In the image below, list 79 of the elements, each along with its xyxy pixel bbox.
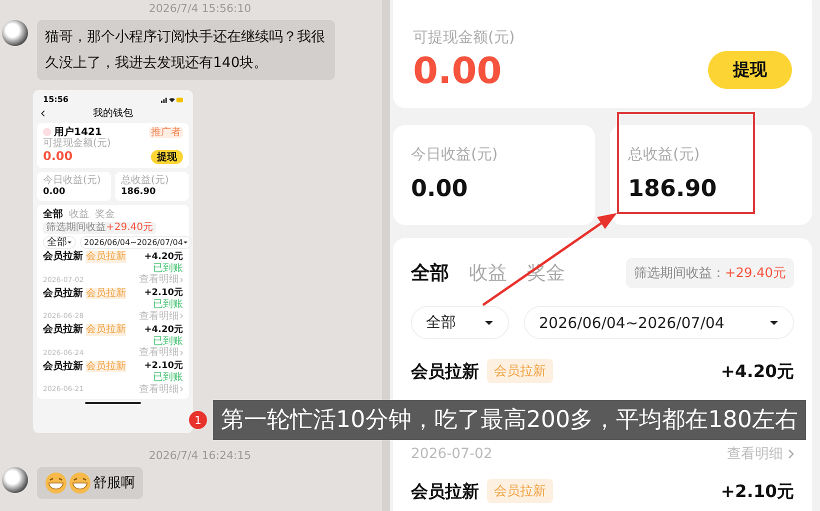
date-range-dropdown[interactable]: 2026/06/04~2026/07/04 <box>524 306 794 339</box>
period-income-badge: 筛选期间收益+29.40元 <box>43 222 156 234</box>
balance-amount: 0.00 <box>43 150 74 164</box>
record-status: 已到账 <box>153 336 183 347</box>
record-tag: 会员拉新 <box>487 479 553 503</box>
tab[interactable]: 收益 <box>469 260 507 286</box>
tab[interactable]: 收益 <box>69 208 89 220</box>
details-link[interactable]: 查看明细 <box>727 445 794 463</box>
record-amount: +2.10元 <box>144 288 183 298</box>
record-status: 已到账 <box>153 299 183 310</box>
details-link[interactable]: 查看明细 <box>139 274 183 286</box>
tab[interactable]: 奖金 <box>95 208 115 220</box>
stat-label: 今日收益(元) <box>43 174 102 186</box>
caption-text: 第一轮忙活10分钟，吃了最高200多，平均都在180左右 <box>213 400 806 440</box>
message-timestamp: 2026/7/4 16:24:15 <box>148 449 252 463</box>
chevron-right-icon <box>180 313 183 320</box>
home-indicator <box>85 402 141 404</box>
balance-amount: 0.00 <box>413 51 503 92</box>
stat-label: 总收益(元) <box>628 145 701 164</box>
withdraw-button[interactable]: 提现 <box>151 150 183 164</box>
chevron-right-icon <box>180 386 183 392</box>
status-time: 15:56 <box>43 95 68 104</box>
withdraw-button[interactable]: 提现 <box>708 50 792 88</box>
record-tag: 会员拉新 <box>86 288 126 300</box>
stat-value: 0.00 <box>43 187 66 198</box>
caret-icon <box>769 320 779 326</box>
balance-label: 可提现金额(元) <box>43 138 112 150</box>
grinning-face-icon <box>45 472 67 494</box>
stat-value: 186.90 <box>628 176 718 202</box>
record-tag: 会员拉新 <box>86 251 126 263</box>
record-amount: +2.10元 <box>144 361 183 372</box>
type-dropdown[interactable]: 全部 <box>43 236 76 250</box>
details-link[interactable]: 查看明细 <box>139 310 183 322</box>
chevron-right-icon <box>788 449 794 459</box>
grinning-face-icon <box>69 472 91 494</box>
caret-icon <box>484 320 494 326</box>
record-date: 2026-07-02 <box>411 446 494 462</box>
chevron-right-icon <box>180 276 183 283</box>
tab[interactable]: 全部 <box>43 208 63 220</box>
record-status: 已到账 <box>153 372 183 384</box>
avatar-icon <box>43 128 51 136</box>
user-name: 用户1421 <box>54 126 103 138</box>
stat-label: 总收益(元) <box>121 174 170 186</box>
message-bubble: 猫哥，那个小程序订阅快手还在继续吗？我很久没上了，我进去发现还有140块。 <box>37 20 335 80</box>
record-status: 已到账 <box>153 262 183 274</box>
role-tag: 推广者 <box>149 126 183 138</box>
caret-icon <box>182 240 188 244</box>
record-title: 会员拉新 <box>411 480 479 502</box>
record-amount: +4.20元 <box>144 324 183 335</box>
period-income-badge: 筛选期间收益：+29.40元 <box>626 258 794 288</box>
record-tag: 会员拉新 <box>487 359 553 383</box>
message-timestamp: 2026/7/4 15:56:10 <box>148 2 252 16</box>
record-title: 会员拉新 <box>411 360 479 382</box>
chevron-right-icon <box>180 350 183 356</box>
record-title: 会员拉新 <box>43 324 83 336</box>
record-amount: +4.20元 <box>144 252 183 262</box>
record-amount: +4.20元 <box>720 360 794 382</box>
record-title: 会员拉新 <box>43 360 83 372</box>
record-title: 会员拉新 <box>43 251 83 263</box>
back-icon[interactable] <box>41 110 45 118</box>
tab[interactable]: 全部 <box>411 260 449 286</box>
record-amount: +2.10元 <box>720 480 794 502</box>
stat-value: 0.00 <box>411 176 469 202</box>
caret-icon <box>67 240 72 244</box>
message-text: 舒服啊 <box>93 474 135 493</box>
details-link[interactable]: 查看明细 <box>139 347 183 359</box>
avatar <box>2 20 28 46</box>
page-title: 我的钱包 <box>93 108 133 120</box>
avatar <box>2 467 28 493</box>
type-dropdown[interactable]: 全部 <box>411 306 509 339</box>
record-title: 会员拉新 <box>43 288 83 300</box>
stat-value: 186.90 <box>121 187 157 198</box>
stat-label: 今日收益(元) <box>411 145 499 164</box>
date-range-dropdown[interactable]: 2026/06/04~2026/07/04 <box>80 236 192 250</box>
details-link[interactable]: 查看明细 <box>139 384 183 396</box>
record-tag: 会员拉新 <box>86 360 126 372</box>
status-icons <box>161 96 183 103</box>
balance-label: 可提现金额(元) <box>413 28 516 47</box>
record-tag: 会员拉新 <box>86 324 126 336</box>
